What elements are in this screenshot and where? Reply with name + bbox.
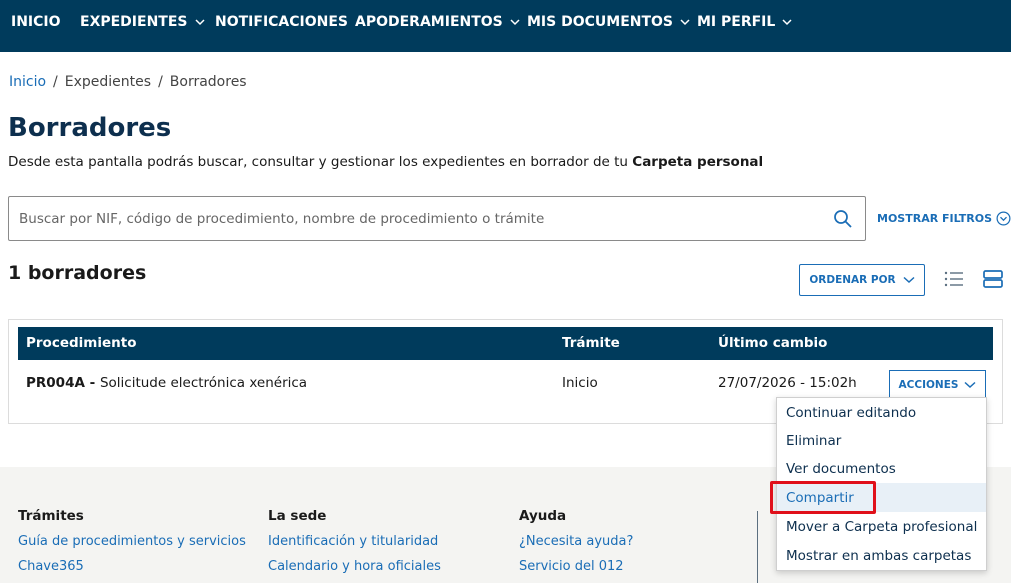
list-view-icon[interactable] <box>944 270 964 288</box>
footer-link[interactable]: Chave365 <box>18 559 84 574</box>
nav-item-inicio[interactable]: INICIO <box>11 0 61 43</box>
footer-heading-ayuda: Ayuda <box>519 508 567 524</box>
chevron-circle-down-icon <box>996 211 1011 226</box>
tramite-cell: Inicio <box>562 375 598 391</box>
procedure-separator: - <box>84 375 100 391</box>
actions-button[interactable]: ACCIONES <box>889 370 986 400</box>
actions-dropdown-menu: Continuar editando Eliminar Ver document… <box>776 397 987 571</box>
nav-item-apoderamientos[interactable]: APODERAMIENTOS <box>355 0 520 43</box>
sort-by-label: ORDENAR POR <box>809 274 896 286</box>
menu-item-share[interactable]: Compartir <box>777 483 986 512</box>
show-filters-link[interactable]: MOSTRAR FILTROS <box>877 211 1011 226</box>
search-input[interactable] <box>19 197 819 240</box>
page-title: Borradores <box>8 113 172 143</box>
column-header-tramite: Trámite <box>562 335 620 351</box>
breadcrumb-expedientes[interactable]: Expedientes <box>65 74 151 90</box>
procedure-cell: PR004A - Solicitude electrónica xenérica <box>26 375 307 391</box>
page-description-text: Desde esta pantalla podrás buscar, consu… <box>8 154 633 170</box>
menu-item-continue-editing[interactable]: Continuar editando <box>777 398 986 427</box>
nav-item-label: MIS DOCUMENTOS <box>527 13 674 30</box>
footer-link[interactable]: Guía de procedimientos y servicios <box>18 534 246 549</box>
menu-item-delete[interactable]: Eliminar <box>777 426 986 455</box>
menu-item-move-to-professional-folder[interactable]: Mover a Carpeta profesional <box>777 512 986 541</box>
breadcrumb-separator: / <box>53 74 58 90</box>
footer-heading-la-sede: La sede <box>268 508 327 524</box>
nav-item-label: EXPEDIENTES <box>80 13 188 30</box>
actions-label: ACCIONES <box>898 379 959 391</box>
footer-link[interactable]: Identificación y titularidad <box>268 534 438 549</box>
chevron-down-icon <box>680 18 690 25</box>
nav-item-mi-perfil[interactable]: MI PERFIL <box>697 0 792 43</box>
procedure-code: PR004A <box>26 375 85 391</box>
show-filters-label: MOSTRAR FILTROS <box>877 212 993 225</box>
column-header-procedimiento: Procedimiento <box>26 335 137 351</box>
nav-item-label: INICIO <box>11 13 61 30</box>
top-navigation-bar: INICIO EXPEDIENTES NOTIFICACIONES APODER… <box>0 0 1011 52</box>
nav-item-expedientes[interactable]: EXPEDIENTES <box>80 0 205 43</box>
footer-heading-tramites: Trámites <box>18 508 84 524</box>
nav-item-notificaciones[interactable]: NOTIFICACIONES <box>215 0 348 43</box>
nav-item-mis-documentos[interactable]: MIS DOCUMENTOS <box>527 0 690 43</box>
footer-link[interactable]: Servicio del 012 <box>519 559 624 574</box>
nav-item-label: NOTIFICACIONES <box>215 13 349 30</box>
chevron-down-icon <box>903 276 915 284</box>
breadcrumb-current: Borradores <box>169 74 247 90</box>
footer-link[interactable]: ¿Necesita ayuda? <box>519 534 633 549</box>
menu-item-view-documents[interactable]: Ver documentos <box>777 454 986 483</box>
last-change-cell: 27/07/2026 - 15:02h <box>718 375 857 391</box>
search-icon[interactable] <box>833 209 853 229</box>
menu-item-show-in-both-folders[interactable]: Mostrar en ambas carpetas <box>777 541 986 570</box>
chevron-down-icon <box>964 381 976 389</box>
nav-item-label: MI PERFIL <box>697 13 776 30</box>
sort-by-button[interactable]: ORDENAR POR <box>799 264 925 296</box>
search-box <box>8 196 866 241</box>
chevron-down-icon <box>194 18 205 25</box>
breadcrumb: Inicio / Expedientes / Borradores <box>9 74 247 90</box>
page-description-bold: Carpeta personal <box>632 154 764 170</box>
breadcrumb-separator: / <box>158 74 163 90</box>
footer-divider <box>757 511 758 583</box>
chevron-down-icon <box>510 18 520 25</box>
column-header-ultimo-cambio: Último cambio <box>718 335 828 351</box>
breadcrumb-home-link[interactable]: Inicio <box>9 74 46 90</box>
card-view-icon[interactable] <box>983 269 1003 289</box>
procedure-name: Solicitude electrónica xenérica <box>99 375 308 391</box>
page-description: Desde esta pantalla podrás buscar, consu… <box>8 154 763 170</box>
footer-link[interactable]: Calendario y hora oficiales <box>268 559 441 574</box>
table-header: Procedimiento Trámite Último cambio <box>18 327 993 360</box>
chevron-down-icon <box>782 18 792 25</box>
results-count-title: 1 borradores <box>8 262 147 284</box>
nav-item-label: APODERAMIENTOS <box>355 13 503 30</box>
